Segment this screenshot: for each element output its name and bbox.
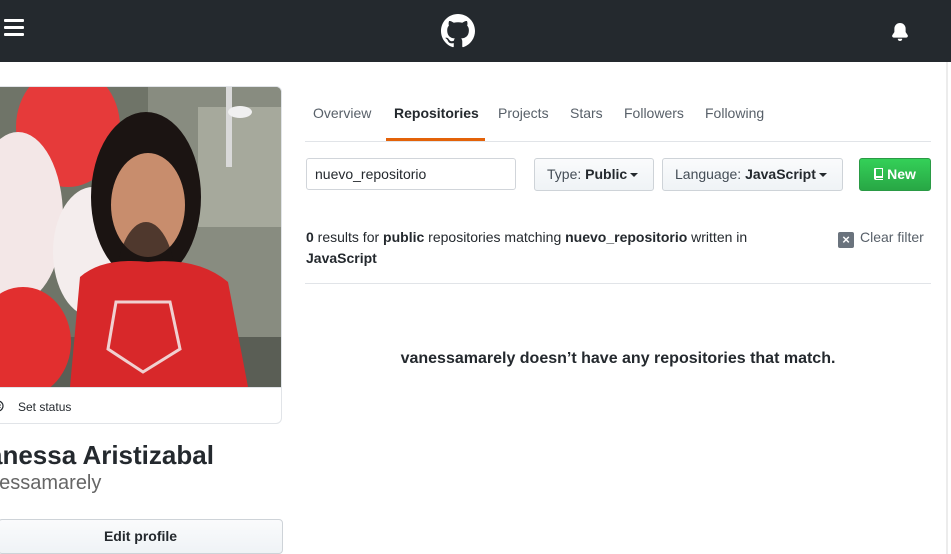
chevron-down-icon xyxy=(818,173,827,178)
smiley-icon xyxy=(0,400,4,412)
results-text: results for xyxy=(313,229,384,245)
set-status-label: Set status xyxy=(18,400,72,414)
avatar-card: Set status xyxy=(0,86,282,424)
repo-icon xyxy=(874,168,884,180)
tab-repositories[interactable]: Repositories xyxy=(394,105,479,121)
avatar[interactable] xyxy=(0,87,281,387)
repo-search-input[interactable]: nuevo_repositorio xyxy=(306,158,516,190)
tab-projects[interactable]: Projects xyxy=(498,105,549,121)
clear-filter-label: Clear filter xyxy=(860,229,924,245)
results-count: 0 xyxy=(306,229,314,245)
chevron-down-icon xyxy=(630,173,639,178)
type-filter-value: Public xyxy=(585,166,628,182)
hamburger-icon[interactable] xyxy=(4,19,24,37)
tab-followers[interactable]: Followers xyxy=(624,105,684,121)
github-mark-icon[interactable] xyxy=(441,14,475,48)
new-button-label: New xyxy=(887,166,916,182)
tab-stars[interactable]: Stars xyxy=(570,105,603,121)
language-filter-value: JavaScript xyxy=(745,166,816,182)
language-filter-dropdown[interactable]: Language: JavaScript xyxy=(662,158,843,191)
results-text: written in xyxy=(687,229,748,245)
page-edge-divider xyxy=(946,62,948,554)
top-header xyxy=(0,0,951,62)
new-repository-button[interactable]: New xyxy=(859,158,931,191)
active-tab-indicator xyxy=(386,138,485,141)
profile-username: nessamarely xyxy=(0,472,102,494)
results-divider xyxy=(305,283,931,284)
results-visibility: public xyxy=(383,229,425,245)
type-filter-dropdown[interactable]: Type: Public xyxy=(534,158,654,191)
type-filter-prefix: Type: xyxy=(547,166,582,182)
edit-profile-button[interactable]: Edit profile xyxy=(0,519,283,554)
tab-following[interactable]: Following xyxy=(705,105,764,121)
close-icon: × xyxy=(838,232,854,248)
results-language: JavaScript xyxy=(306,250,377,266)
results-text: repositories matching xyxy=(424,229,566,245)
tab-overview[interactable]: Overview xyxy=(313,105,371,121)
empty-state-message: vanessamarely doesn’t have any repositor… xyxy=(400,350,836,367)
filter-results-summary: 0 results for public repositories matchi… xyxy=(306,227,806,269)
profile-full-name: anessa Aristizabal xyxy=(0,440,214,470)
results-query: nuevo_repositorio xyxy=(565,229,688,245)
set-status-button[interactable]: Set status xyxy=(0,387,281,423)
clear-filter-button[interactable]: × Clear filter xyxy=(838,229,924,248)
profile-tabs: Overview Repositories Projects Stars Fol… xyxy=(305,86,931,142)
bell-icon[interactable] xyxy=(891,23,909,41)
language-filter-prefix: Language: xyxy=(675,166,742,182)
